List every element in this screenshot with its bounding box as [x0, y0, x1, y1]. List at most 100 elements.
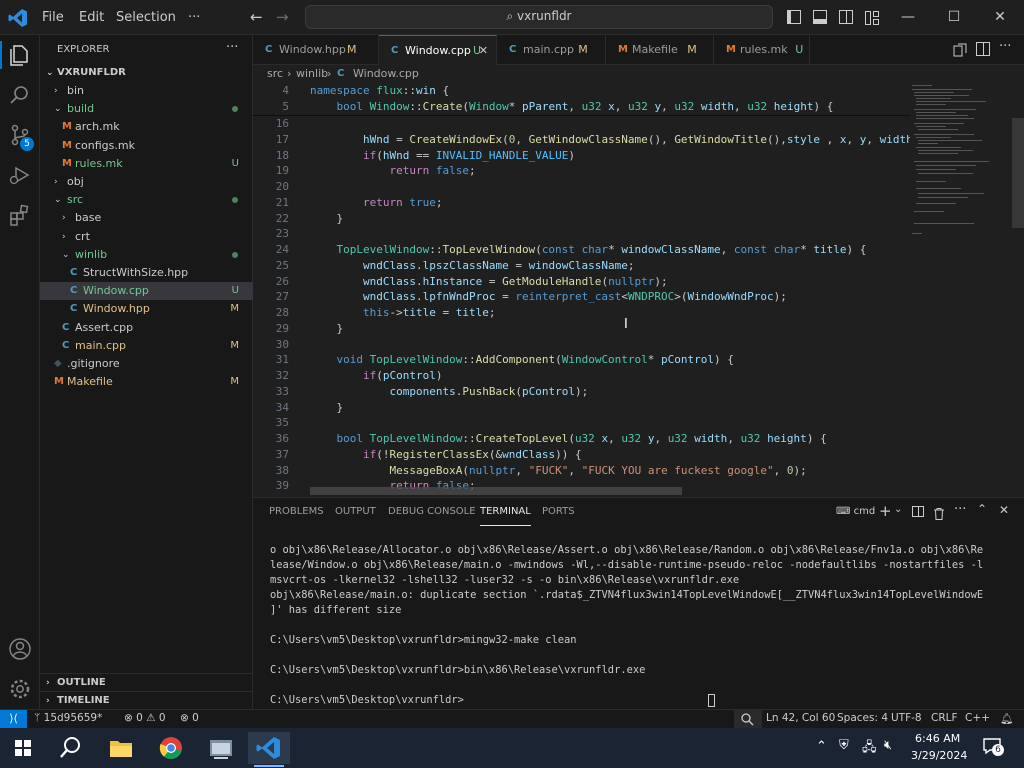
tree-item[interactable]: › obj — [40, 173, 253, 191]
encoding[interactable]: UTF-8 — [891, 712, 922, 724]
code-line[interactable]: } — [310, 401, 344, 414]
code-line[interactable]: wndClass.hInstance = GetModuleHandle(nul… — [310, 275, 668, 288]
tree-item[interactable]: ◆ .gitignore — [40, 355, 253, 373]
network-icon[interactable]: 🖧︎ — [862, 738, 877, 760]
run-debug-icon[interactable] — [8, 163, 32, 187]
code-line[interactable]: return false; — [310, 164, 476, 177]
taskbar-search-icon[interactable] — [50, 732, 92, 764]
code-line[interactable]: wndClass.lpfnWndProc = reinterpret_cast<… — [310, 290, 787, 303]
split-terminal-icon[interactable] — [912, 506, 924, 517]
tree-item[interactable]: ⌄ build — [40, 100, 253, 118]
taskbar-time[interactable]: 6:46 AM — [915, 732, 960, 745]
outline-section[interactable]: › OUTLINE — [40, 673, 253, 691]
vscode-logo-icon[interactable] — [8, 8, 28, 28]
tab-rules-mk[interactable]: Mrules.mk U — [714, 35, 810, 65]
panel-tab-problems[interactable]: PROBLEMS — [269, 506, 324, 526]
command-center-search[interactable]: ⌕ vxrunfldr — [305, 5, 773, 29]
menu-selection[interactable]: Selection — [116, 0, 176, 35]
tree-item[interactable]: C Assert.cpp — [40, 319, 253, 337]
tree-item[interactable]: M Makefile M — [40, 373, 253, 391]
minimap[interactable] — [910, 83, 1010, 496]
split-editor-icon[interactable] — [976, 42, 990, 56]
code-line[interactable]: bool TopLevelWindow::CreateTopLevel(u32 … — [310, 432, 827, 445]
panel-tab-debug-console[interactable]: DEBUG CONSOLE — [388, 506, 476, 526]
toggle-secondary-sidebar-icon[interactable] — [839, 10, 853, 24]
source-control-icon[interactable]: 5 — [8, 123, 34, 151]
indentation[interactable]: Spaces: 4 — [837, 712, 888, 724]
panel-more-icon[interactable]: ··· — [954, 502, 966, 517]
breadcrumb-file[interactable]: Window.cpp — [353, 65, 419, 83]
tab-main-cpp[interactable]: Cmain.cpp M — [497, 35, 606, 65]
code-line[interactable]: return true; — [310, 196, 443, 209]
breadcrumb-src[interactable]: src — [267, 65, 283, 83]
menu-edit[interactable]: Edit — [79, 0, 104, 35]
code-line[interactable]: if(hWnd == INVALID_HANDLE_VALUE) — [310, 149, 575, 162]
problems-count[interactable]: ⊗ 0 ⚠ 0 — [124, 712, 166, 724]
tree-item[interactable]: › base — [40, 209, 253, 227]
vscode-taskbar-icon[interactable] — [248, 732, 290, 767]
ports-count[interactable]: ⊗ 0 — [180, 712, 199, 724]
trash-icon[interactable] — [934, 505, 944, 520]
code-line[interactable]: void TopLevelWindow::AddComponent(Window… — [310, 353, 734, 366]
search-view-icon[interactable] — [8, 83, 32, 107]
tab-window-hpp[interactable]: C Window.hpp M — [253, 35, 379, 65]
editor-vertical-scrollbar[interactable] — [1012, 118, 1024, 228]
remote-indicator[interactable]: ⟩⟨ — [0, 710, 27, 729]
tree-item[interactable]: Cmain.cpp M — [40, 337, 253, 355]
accounts-icon[interactable] — [8, 637, 32, 661]
chevron-down-icon[interactable]: ⌄ — [894, 504, 902, 515]
taskbar-date[interactable]: 3/29/2024 — [911, 749, 967, 762]
terminal-shell-selector[interactable]: ⌨ cmd — [836, 506, 875, 517]
code-line[interactable]: hWnd = CreateWindowEx(0, GetWindowClassN… — [310, 133, 933, 146]
minimize-button[interactable]: — — [885, 0, 931, 35]
start-windows-icon[interactable] — [2, 732, 44, 764]
tree-item[interactable]: ⌄ winlib — [40, 246, 253, 264]
workspace-root[interactable]: ⌄ VXRUNFLDR — [40, 64, 253, 82]
code-line[interactable]: MessageBoxA(nullptr, "FUCK", "FUCK YOU a… — [310, 464, 807, 477]
chrome-icon[interactable] — [150, 732, 192, 764]
code-line[interactable]: } — [310, 322, 344, 335]
close-panel-icon[interactable]: ✕ — [999, 503, 1009, 517]
code-line[interactable]: TopLevelWindow::TopLevelWindow(const cha… — [310, 243, 867, 256]
close-tab-icon[interactable]: ✕ — [479, 36, 488, 66]
app-window-icon[interactable] — [200, 732, 242, 764]
menu-more[interactable]: ··· — [188, 0, 200, 35]
tree-item[interactable]: Mrules.mk U — [40, 155, 253, 173]
code-line[interactable]: } — [310, 212, 344, 225]
tray-shield-icon[interactable]: ⛨ — [839, 738, 849, 753]
tab-window-cpp[interactable]: C Window.cpp U ✕ — [379, 35, 497, 65]
nav-forward-icon[interactable]: → — [276, 0, 289, 35]
explorer-icon[interactable] — [8, 43, 32, 67]
maximize-panel-icon[interactable]: ⌃ — [977, 502, 987, 516]
customize-layout-icon[interactable] — [865, 10, 879, 25]
file-explorer-icon[interactable] — [100, 732, 142, 764]
timeline-section[interactable]: › TIMELINE — [40, 691, 253, 709]
language-mode[interactable]: C++ — [965, 712, 990, 724]
tree-item[interactable]: ⌄ src — [40, 191, 253, 209]
sticky-scroll-line[interactable]: namespace flux::win { — [310, 84, 449, 97]
breadcrumb-winlib[interactable]: winlib — [296, 65, 328, 83]
menu-file[interactable]: File — [42, 0, 64, 35]
sticky-scroll-line[interactable]: bool Window::Create(Window* pParent, u32… — [310, 100, 834, 113]
tree-item[interactable]: C Window.hpp M — [40, 300, 253, 318]
line-ending[interactable]: CRLF — [931, 712, 958, 724]
panel-tab-output[interactable]: OUTPUT — [335, 506, 376, 526]
maximize-button[interactable]: ☐ — [931, 0, 977, 35]
code-line[interactable]: if(!RegisterClassEx(&wndClass)) { — [310, 448, 582, 461]
toggle-sidebar-icon[interactable] — [787, 10, 801, 24]
tree-item[interactable]: › crt — [40, 228, 253, 246]
tree-item[interactable]: C Window.cpp U — [40, 282, 253, 301]
extensions-icon[interactable] — [8, 203, 32, 227]
tree-item[interactable]: Mconfigs.mk — [40, 137, 253, 155]
tab-makefile[interactable]: M Makefile M — [606, 35, 714, 65]
git-branch[interactable]: ᛘ 15d95659* — [34, 712, 102, 724]
code-line[interactable]: if(pControl) — [310, 369, 442, 382]
toggle-panel-icon[interactable] — [813, 10, 827, 24]
settings-gear-icon[interactable] — [8, 677, 32, 701]
code-line[interactable]: wndClass.lpszClassName = windowClassName… — [310, 259, 635, 272]
new-terminal-plus-icon[interactable]: + — [879, 502, 892, 520]
code-line[interactable]: components.PushBack(pControl); — [310, 385, 589, 398]
tree-item[interactable]: › bin — [40, 82, 253, 100]
open-changes-icon[interactable] — [953, 42, 967, 57]
notifications-bell-icon[interactable]: 🔔︎ — [1000, 712, 1013, 725]
